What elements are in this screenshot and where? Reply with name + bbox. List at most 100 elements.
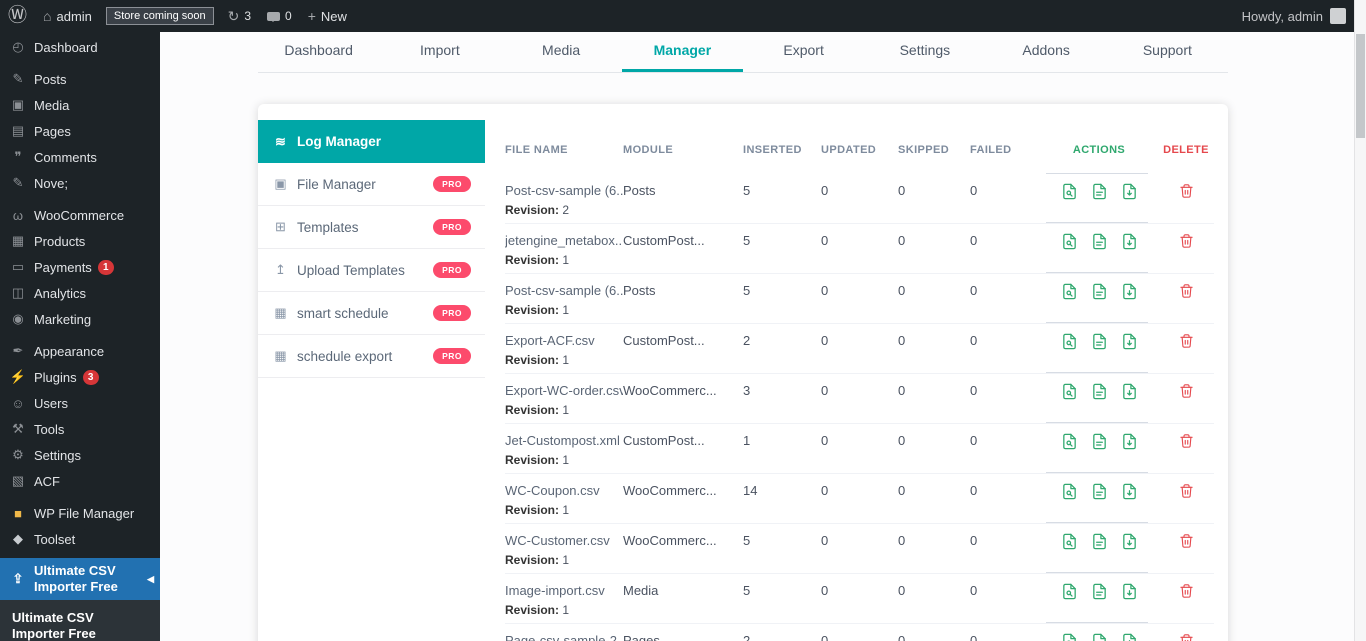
tab[interactable]: Settings xyxy=(864,34,985,72)
sidebar-item[interactable]: ✒ Appearance ◀ xyxy=(0,338,160,364)
search-log-icon[interactable] xyxy=(1061,183,1078,200)
inserted-cell: 1 xyxy=(743,433,821,473)
skipped-cell: 0 xyxy=(898,633,970,641)
download-log-icon[interactable] xyxy=(1121,233,1138,250)
col-header-delete: DELETE xyxy=(1158,144,1214,174)
download-log-icon[interactable] xyxy=(1121,283,1138,300)
sidebar-item[interactable]: ◆ Toolset ◀ xyxy=(0,526,160,552)
pro-badge: PRO xyxy=(433,176,471,192)
search-log-icon[interactable] xyxy=(1061,633,1078,641)
sidebar-item[interactable]: ▭ Payments 1 ◀ xyxy=(0,254,160,280)
coming-soon-badge[interactable]: Store coming soon xyxy=(106,7,214,25)
comments-menu[interactable]: 0 xyxy=(259,0,300,32)
detail-log-icon[interactable] xyxy=(1091,533,1108,550)
sidebar-item[interactable]: ▣ Media ◀ xyxy=(0,92,160,118)
sidebar-item[interactable]: ☺ Users ◀ xyxy=(0,390,160,416)
detail-log-icon[interactable] xyxy=(1091,583,1108,600)
media-icon: ▣ xyxy=(8,97,28,113)
trash-icon[interactable] xyxy=(1179,183,1194,199)
trash-icon[interactable] xyxy=(1179,583,1194,599)
tab[interactable]: Export xyxy=(743,34,864,72)
download-log-icon[interactable] xyxy=(1121,483,1138,500)
trash-icon[interactable] xyxy=(1179,633,1194,641)
trash-icon[interactable] xyxy=(1179,483,1194,499)
wordpress-menu[interactable]: Ⓦ xyxy=(0,0,35,32)
tab[interactable]: Media xyxy=(501,34,622,72)
tab[interactable]: Manager xyxy=(622,34,743,72)
download-log-icon[interactable] xyxy=(1121,583,1138,600)
revision-label: Revision: xyxy=(505,603,559,617)
panel-menu-item-label: Log Manager xyxy=(297,134,381,149)
panel-menu-item[interactable]: ▣ File Manager PRO xyxy=(258,163,485,206)
detail-log-icon[interactable] xyxy=(1091,283,1108,300)
search-log-icon[interactable] xyxy=(1061,583,1078,600)
download-log-icon[interactable] xyxy=(1121,333,1138,350)
panel-menu-item[interactable]: ▦ schedule export PRO xyxy=(258,335,485,378)
search-log-icon[interactable] xyxy=(1061,483,1078,500)
tab[interactable]: Addons xyxy=(986,34,1107,72)
module-cell: CustomPost... xyxy=(623,333,743,373)
sidebar-item[interactable]: ✎ Nove; ◀ xyxy=(0,170,160,196)
plugin-tabs: Dashboard Import Media Manager Export Se… xyxy=(258,34,1228,73)
sidebar-item[interactable]: ◉ Marketing ◀ xyxy=(0,306,160,332)
trash-icon[interactable] xyxy=(1179,383,1194,399)
site-name-menu[interactable]: ⌂ admin xyxy=(35,0,100,32)
detail-log-icon[interactable] xyxy=(1091,183,1108,200)
col-header-inserted: INSERTED xyxy=(743,144,821,174)
panel-menu-item[interactable]: ⊞ Templates PRO xyxy=(258,206,485,249)
search-log-icon[interactable] xyxy=(1061,383,1078,400)
panel-menu-item-label: Templates xyxy=(297,220,359,235)
download-log-icon[interactable] xyxy=(1121,183,1138,200)
trash-icon[interactable] xyxy=(1179,333,1194,349)
search-log-icon[interactable] xyxy=(1061,233,1078,250)
sidebar-item[interactable]: ⚙ Settings ◀ xyxy=(0,442,160,468)
detail-log-icon[interactable] xyxy=(1091,383,1108,400)
sidebar-submenu-title[interactable]: Ultimate CSV Importer Free xyxy=(0,606,160,641)
sidebar-item[interactable]: ▤ Pages ◀ xyxy=(0,118,160,144)
sidebar-item[interactable]: ◫ Analytics ◀ xyxy=(0,280,160,306)
sidebar-item[interactable]: ω WooCommerce ◀ xyxy=(0,202,160,228)
sidebar-item[interactable]: ❞ Comments ◀ xyxy=(0,144,160,170)
actions-cell xyxy=(1040,433,1158,473)
detail-log-icon[interactable] xyxy=(1091,483,1108,500)
sidebar-item[interactable]: ⇪ Ultimate CSV Importer Free ◀ xyxy=(0,558,160,600)
tab[interactable]: Import xyxy=(379,34,500,72)
sidebar-item[interactable]: ✎ Posts ◀ xyxy=(0,66,160,92)
sidebar-item[interactable]: ■ WP File Manager ◀ xyxy=(0,500,160,526)
trash-icon[interactable] xyxy=(1179,283,1194,299)
delete-cell xyxy=(1158,183,1214,223)
detail-log-icon[interactable] xyxy=(1091,633,1108,641)
panel-menu-item[interactable]: ↥ Upload Templates PRO xyxy=(258,249,485,292)
search-log-icon[interactable] xyxy=(1061,333,1078,350)
sidebar-item[interactable]: ⚡ Plugins 3 ◀ xyxy=(0,364,160,390)
sidebar-item[interactable]: ⚒ Tools ◀ xyxy=(0,416,160,442)
file-name: Post-csv-sample (6... xyxy=(505,183,623,198)
download-log-icon[interactable] xyxy=(1121,433,1138,450)
sidebar-item[interactable]: ▦ Products ◀ xyxy=(0,228,160,254)
download-log-icon[interactable] xyxy=(1121,633,1138,641)
search-log-icon[interactable] xyxy=(1061,433,1078,450)
scrollbar-thumb[interactable] xyxy=(1356,34,1365,138)
delete-cell xyxy=(1158,433,1214,473)
detail-log-icon[interactable] xyxy=(1091,433,1108,450)
updates-menu[interactable]: ↻ 3 xyxy=(220,0,259,32)
tab[interactable]: Dashboard xyxy=(258,34,379,72)
new-menu[interactable]: + New xyxy=(300,0,355,32)
updated-cell: 0 xyxy=(821,183,898,223)
trash-icon[interactable] xyxy=(1179,533,1194,549)
tab[interactable]: Support xyxy=(1107,34,1228,72)
search-log-icon[interactable] xyxy=(1061,533,1078,550)
panel-menu-item[interactable]: ≋ Log Manager PRO xyxy=(258,120,485,163)
sidebar-item[interactable]: ▧ ACF ◀ xyxy=(0,468,160,494)
trash-icon[interactable] xyxy=(1179,433,1194,449)
download-log-icon[interactable] xyxy=(1121,383,1138,400)
my-account-menu[interactable]: Howdy, admin xyxy=(1242,8,1354,24)
detail-log-icon[interactable] xyxy=(1091,333,1108,350)
trash-icon[interactable] xyxy=(1179,233,1194,249)
detail-log-icon[interactable] xyxy=(1091,233,1108,250)
panel-menu-item[interactable]: ▦ smart schedule PRO xyxy=(258,292,485,335)
download-log-icon[interactable] xyxy=(1121,533,1138,550)
analytics-icon: ◫ xyxy=(8,285,28,301)
search-log-icon[interactable] xyxy=(1061,283,1078,300)
sidebar-item[interactable]: ◴ Dashboard ◀ xyxy=(0,34,160,60)
